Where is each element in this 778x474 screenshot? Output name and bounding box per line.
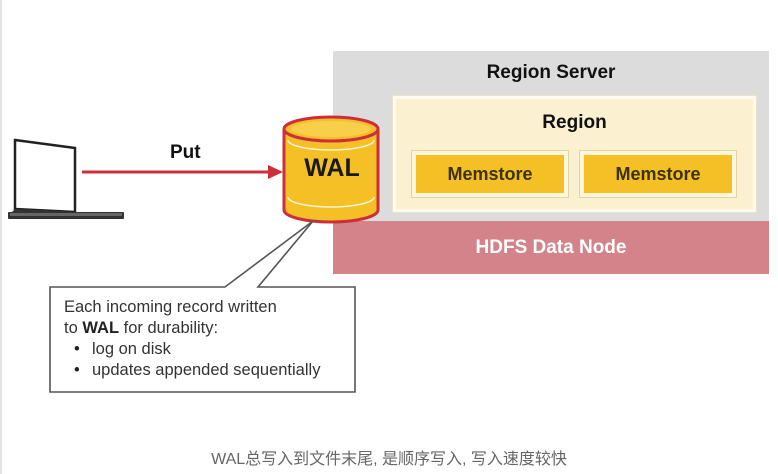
put-arrow <box>82 165 283 179</box>
callout-bullet-1: log on disk <box>64 339 354 360</box>
callout-line-2-suffix: for durability: <box>119 319 219 337</box>
callout-line-2-prefix: to <box>64 319 83 337</box>
callout-line-2: to WAL for durability: <box>64 318 354 339</box>
wal-label: WAL <box>304 154 360 182</box>
caption-text: WAL总写入到文件末尾, 是顺序写入, 写入速度较快 <box>211 451 567 468</box>
diagram-graphics <box>8 115 380 393</box>
put-label: Put <box>170 142 201 163</box>
callout-bullet-2: updates appended sequentially <box>64 360 354 381</box>
callout-wal-bold: WAL <box>82 319 120 337</box>
callout-line-1: Each incoming record written <box>64 298 277 316</box>
laptop-icon <box>8 138 124 219</box>
callout-text: Each incoming record written to WAL for … <box>64 297 354 381</box>
